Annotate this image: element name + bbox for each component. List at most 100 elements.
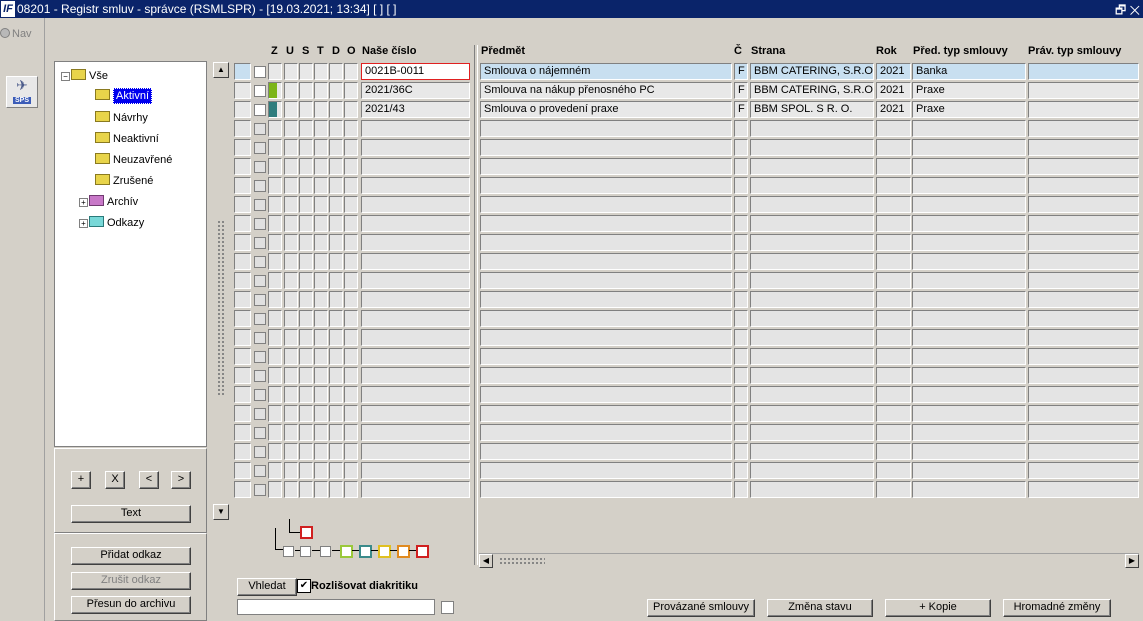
status-box-3[interactable] bbox=[320, 546, 331, 557]
empty-cell[interactable] bbox=[268, 481, 282, 498]
empty-cell[interactable] bbox=[734, 177, 748, 194]
empty-cell[interactable] bbox=[299, 310, 313, 327]
row-checkbox[interactable] bbox=[254, 275, 266, 287]
cell-strana[interactable]: BBM CATERING, S.R.O. Ú bbox=[750, 63, 874, 80]
empty-cell[interactable] bbox=[299, 348, 313, 365]
cell-status-z[interactable] bbox=[268, 82, 282, 99]
empty-cell[interactable] bbox=[750, 120, 874, 137]
empty-cell[interactable] bbox=[361, 443, 470, 460]
empty-cell[interactable] bbox=[1028, 424, 1139, 441]
empty-cell[interactable] bbox=[1028, 367, 1139, 384]
empty-cell[interactable] bbox=[1028, 234, 1139, 251]
empty-cell[interactable] bbox=[361, 139, 470, 156]
empty-cell[interactable] bbox=[361, 310, 470, 327]
empty-cell[interactable] bbox=[480, 272, 732, 289]
empty-cell[interactable] bbox=[299, 196, 313, 213]
empty-cell[interactable] bbox=[268, 177, 282, 194]
empty-cell[interactable] bbox=[234, 291, 251, 308]
cell-pred-typ[interactable]: Praxe bbox=[912, 82, 1026, 99]
empty-cell[interactable] bbox=[314, 424, 328, 441]
empty-cell[interactable] bbox=[329, 215, 343, 232]
empty-cell[interactable] bbox=[314, 462, 328, 479]
add-link-button[interactable]: Přidat odkaz bbox=[71, 547, 191, 565]
cell-c[interactable]: F bbox=[734, 63, 748, 80]
row-checkbox[interactable] bbox=[254, 142, 266, 154]
empty-cell[interactable] bbox=[234, 139, 251, 156]
empty-cell[interactable] bbox=[234, 405, 251, 422]
empty-cell[interactable] bbox=[876, 177, 911, 194]
row-checkbox[interactable] bbox=[254, 370, 266, 382]
empty-cell[interactable] bbox=[344, 405, 358, 422]
empty-cell[interactable] bbox=[314, 386, 328, 403]
empty-cell[interactable] bbox=[329, 139, 343, 156]
row-checkbox[interactable] bbox=[254, 484, 266, 496]
empty-cell[interactable] bbox=[912, 234, 1026, 251]
empty-cell[interactable] bbox=[912, 272, 1026, 289]
empty-cell[interactable] bbox=[234, 253, 251, 270]
empty-cell[interactable] bbox=[329, 348, 343, 365]
cell-s[interactable] bbox=[299, 63, 313, 80]
empty-cell[interactable] bbox=[344, 177, 358, 194]
empty-cell[interactable] bbox=[268, 386, 282, 403]
scroll-right-icon[interactable]: ▶ bbox=[1125, 554, 1139, 568]
cell-sel[interactable] bbox=[234, 82, 251, 99]
empty-cell[interactable] bbox=[344, 196, 358, 213]
row-checkbox[interactable] bbox=[254, 465, 266, 477]
empty-cell[interactable] bbox=[361, 196, 470, 213]
empty-cell[interactable] bbox=[329, 310, 343, 327]
empty-cell[interactable] bbox=[480, 443, 732, 460]
prev-button[interactable]: < bbox=[139, 471, 159, 489]
grid-horizontal-scrollbar[interactable]: ◀ ▶ bbox=[479, 553, 1139, 568]
empty-cell[interactable] bbox=[750, 139, 874, 156]
empty-cell[interactable] bbox=[234, 177, 251, 194]
empty-cell[interactable] bbox=[234, 310, 251, 327]
empty-cell[interactable] bbox=[361, 120, 470, 137]
row-checkbox[interactable] bbox=[254, 104, 266, 116]
empty-cell[interactable] bbox=[268, 310, 282, 327]
empty-cell[interactable] bbox=[329, 329, 343, 346]
empty-cell[interactable] bbox=[1028, 443, 1139, 460]
cell-u[interactable] bbox=[284, 101, 298, 118]
cell-d[interactable] bbox=[329, 101, 343, 118]
empty-cell[interactable] bbox=[750, 215, 874, 232]
empty-cell[interactable] bbox=[299, 329, 313, 346]
empty-cell[interactable] bbox=[480, 158, 732, 175]
tree-node-neuzavrene[interactable]: Neuzavřené bbox=[95, 153, 172, 166]
empty-cell[interactable] bbox=[329, 405, 343, 422]
empty-cell[interactable] bbox=[329, 443, 343, 460]
empty-cell[interactable] bbox=[480, 177, 732, 194]
row-checkbox[interactable] bbox=[254, 85, 266, 97]
empty-cell[interactable] bbox=[361, 386, 470, 403]
row-checkbox[interactable] bbox=[254, 427, 266, 439]
empty-cell[interactable] bbox=[480, 462, 732, 479]
empty-cell[interactable] bbox=[268, 253, 282, 270]
empty-cell[interactable] bbox=[314, 272, 328, 289]
cell-sel[interactable] bbox=[234, 63, 251, 80]
empty-cell[interactable] bbox=[268, 215, 282, 232]
empty-cell[interactable] bbox=[268, 139, 282, 156]
empty-cell[interactable] bbox=[329, 158, 343, 175]
status-box-4[interactable] bbox=[340, 545, 353, 558]
status-box-cancelled[interactable] bbox=[300, 526, 313, 539]
tree-node-odkazy[interactable]: + Odkazy bbox=[79, 216, 144, 229]
empty-cell[interactable] bbox=[284, 481, 298, 498]
empty-cell[interactable] bbox=[734, 272, 748, 289]
cell-rok[interactable]: 2021 bbox=[876, 101, 911, 118]
empty-cell[interactable] bbox=[750, 386, 874, 403]
empty-cell[interactable] bbox=[750, 443, 874, 460]
empty-cell[interactable] bbox=[750, 481, 874, 498]
add-node-button[interactable]: + bbox=[71, 471, 91, 489]
empty-cell[interactable] bbox=[344, 215, 358, 232]
empty-cell[interactable] bbox=[1028, 291, 1139, 308]
empty-cell[interactable] bbox=[329, 291, 343, 308]
empty-cell[interactable] bbox=[480, 329, 732, 346]
tree-node-zrusene[interactable]: Zrušené bbox=[95, 174, 153, 187]
empty-cell[interactable] bbox=[284, 462, 298, 479]
tree-node-navrhy[interactable]: Návrhy bbox=[95, 111, 148, 124]
empty-cell[interactable] bbox=[1028, 139, 1139, 156]
empty-cell[interactable] bbox=[329, 367, 343, 384]
row-checkbox[interactable] bbox=[254, 66, 266, 78]
empty-cell[interactable] bbox=[268, 158, 282, 175]
empty-cell[interactable] bbox=[329, 272, 343, 289]
empty-cell[interactable] bbox=[480, 253, 732, 270]
